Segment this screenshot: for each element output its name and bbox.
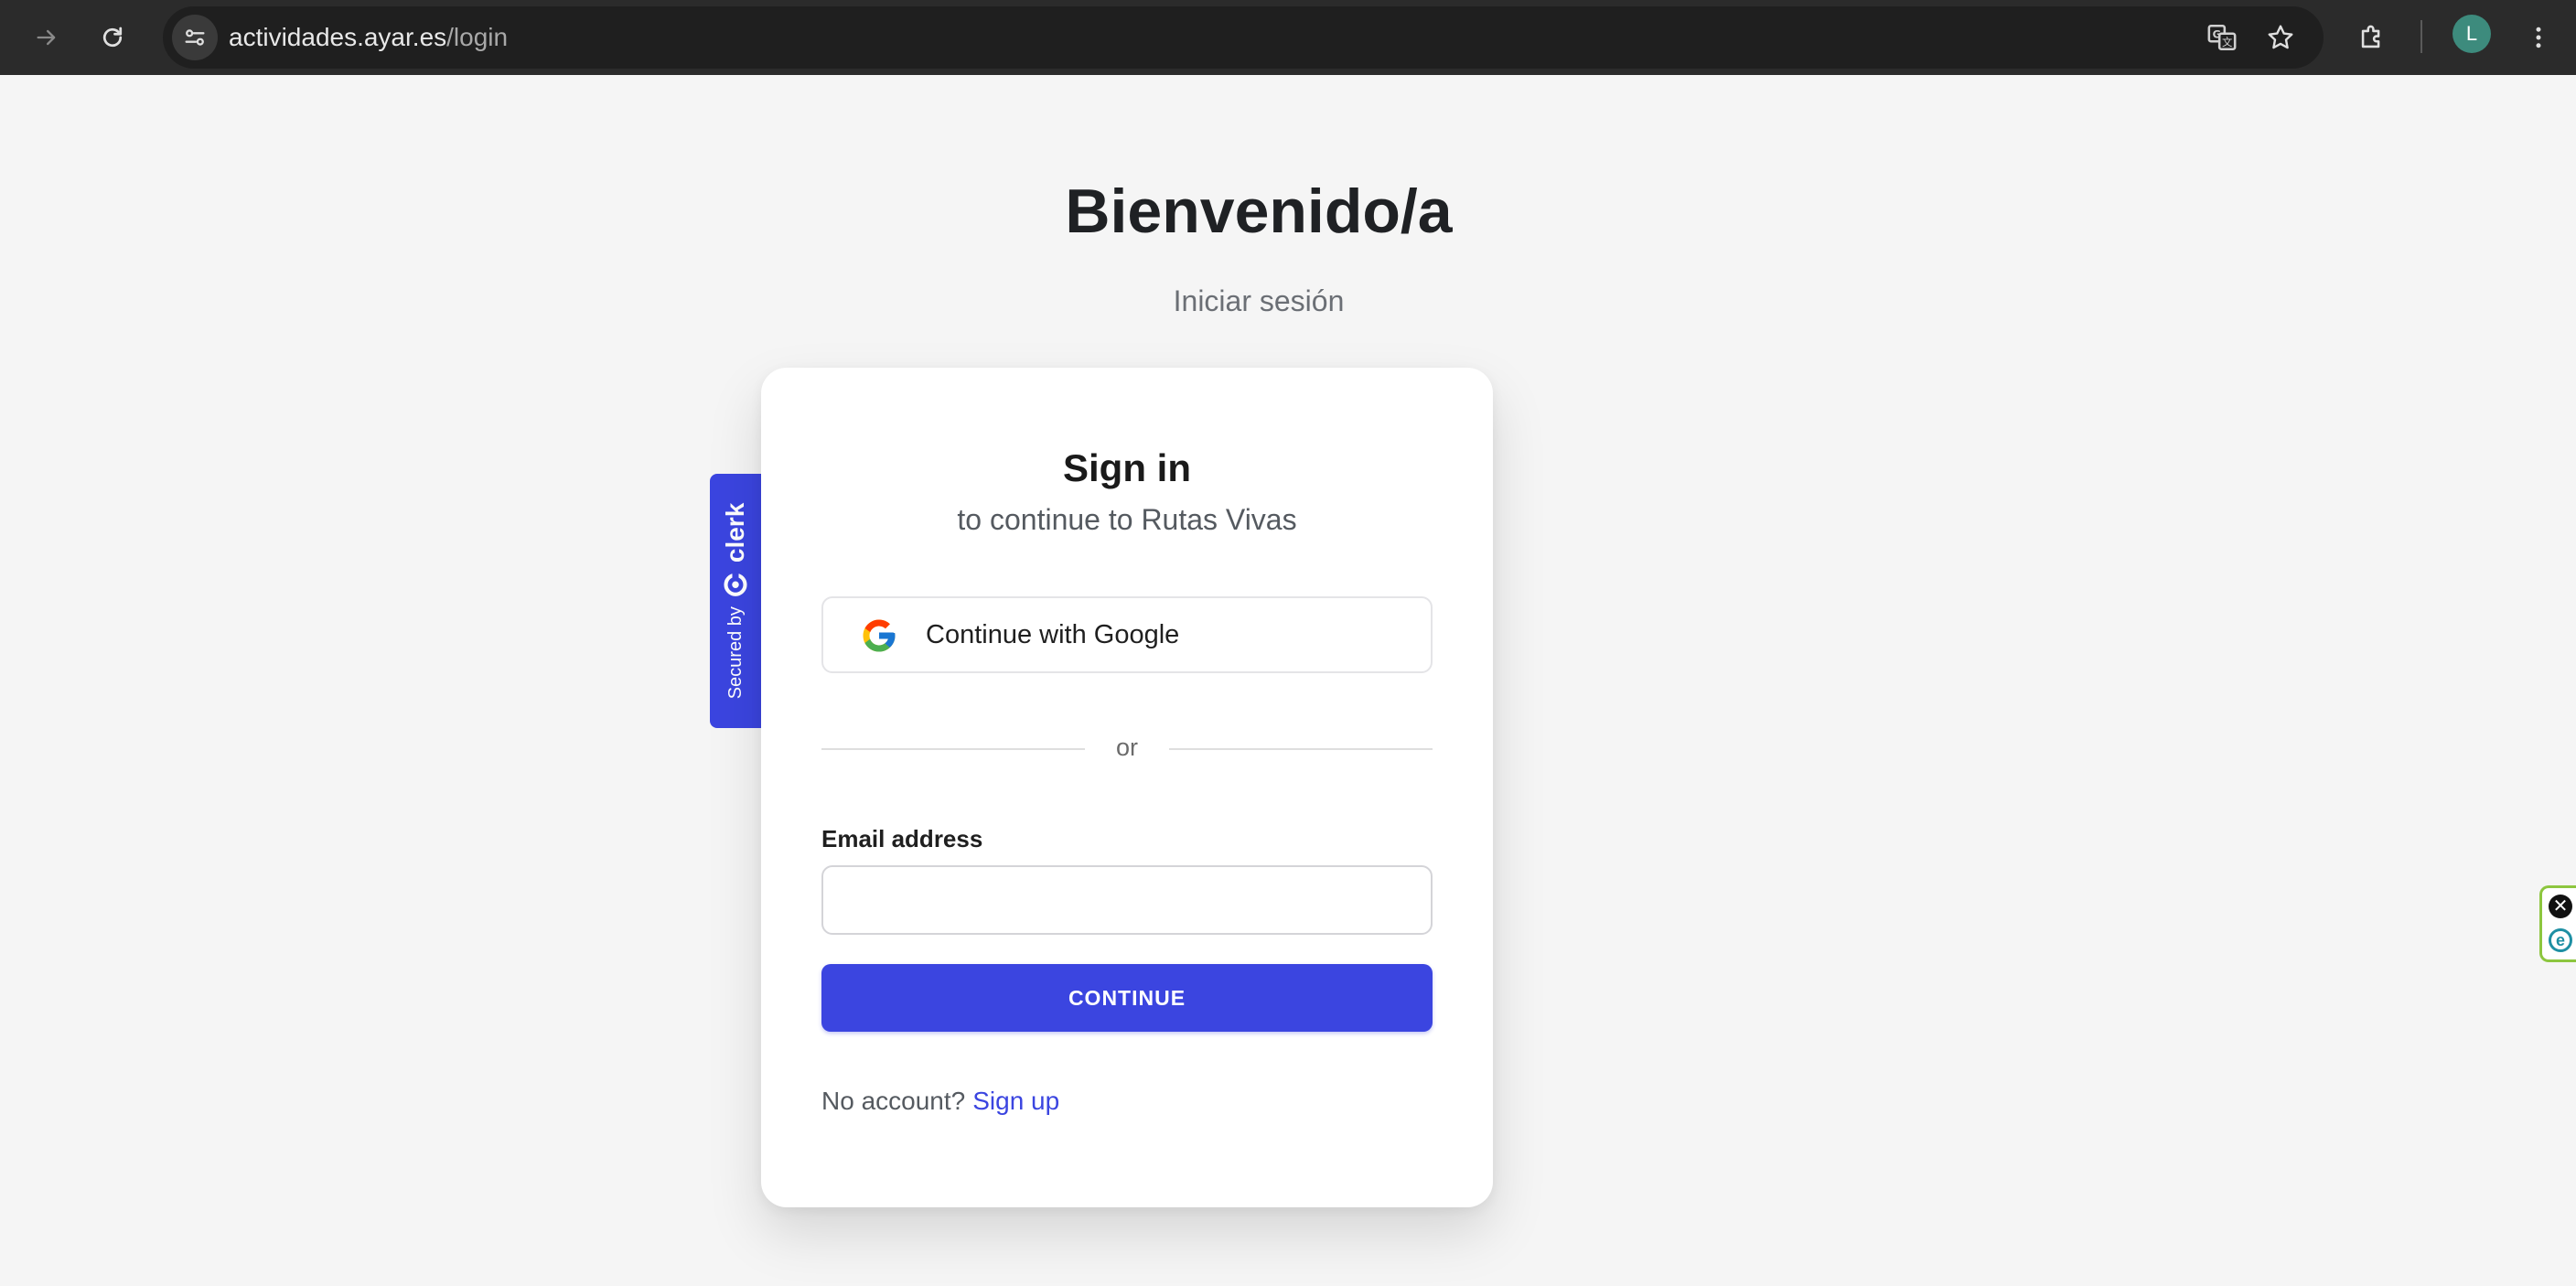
url-text[interactable]: actividades.ayar.es/login [229,6,508,69]
extension-side-widget: ✕ e [2539,885,2576,962]
google-icon [863,619,896,652]
continue-button[interactable]: CONTINUE [821,964,1433,1032]
no-account-text: No account? [821,1087,966,1115]
badge-content: Secured by clerk [721,503,750,700]
browser-toolbar: actividades.ayar.es/login G 文 L [0,0,2576,75]
svg-text:文: 文 [2222,36,2232,48]
site-settings-button[interactable] [172,15,218,60]
translate-button[interactable]: G 文 [2199,15,2245,60]
sign-in-title: Sign in [1063,446,1191,489]
profile-avatar[interactable]: L [2453,15,2491,53]
reload-icon [102,27,123,48]
continue-with-google-button[interactable]: Continue with Google [821,596,1433,673]
divider-line-right [1169,748,1433,750]
reload-button[interactable] [90,15,135,60]
browser-menu-button[interactable] [2516,15,2561,60]
extensions-button[interactable] [2349,15,2395,60]
svg-text:G: G [2213,28,2221,41]
sign-up-link[interactable]: Sign up [972,1087,1059,1115]
url-path: /login [446,23,509,51]
address-bar[interactable]: actividades.ayar.es/login G 文 [163,6,2324,69]
email-label: Email address [821,825,983,852]
translate-icon: G 文 [2207,24,2237,51]
bookmark-button[interactable] [2258,15,2303,60]
extensions-icon [2361,25,2380,48]
secured-by-clerk-badge[interactable]: Secured by clerk [710,474,761,728]
no-account-footer: No account? Sign up [821,1087,1059,1116]
sign-in-subtitle: to continue to Rutas Vivas [957,503,1297,536]
clerk-logo-icon [724,572,747,596]
page-subtitle: Iniciar sesión [1173,284,1345,317]
google-button-label: Continue with Google [926,620,1180,649]
extension-logo-icon[interactable]: e [2549,928,2572,952]
forward-button[interactable] [24,15,70,60]
secured-by-text: Secured by [724,606,746,700]
close-icon[interactable]: ✕ [2549,895,2572,918]
toolbar-separator [2420,20,2422,53]
page-title: Bienvenido/a [1065,177,1453,246]
clerk-brand-text: clerk [721,502,749,563]
email-field[interactable] [821,865,1433,935]
forward-icon [37,29,56,46]
url-host: actividades.ayar.es [229,23,447,51]
menu-kebab-icon [2536,27,2541,48]
sign-in-card: Sign in to continue to Rutas Vivas Conti… [761,368,1493,1207]
bookmark-star-icon [2268,25,2293,49]
site-settings-icon [185,29,205,46]
